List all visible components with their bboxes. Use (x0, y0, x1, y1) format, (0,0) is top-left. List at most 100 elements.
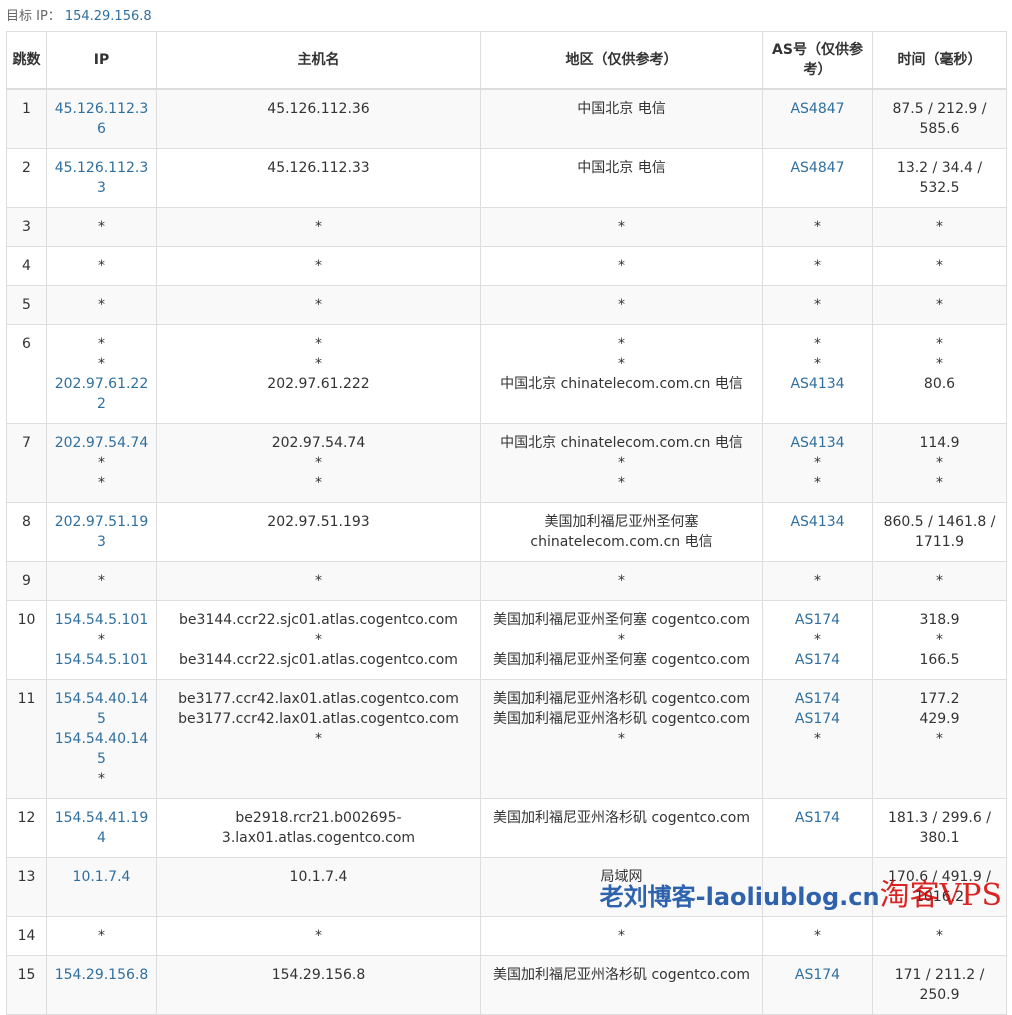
as-link[interactable]: AS4134 (767, 433, 868, 453)
ip-cell: * (46, 246, 157, 286)
ip-cell: * * 202.97.61.222 (46, 324, 157, 424)
as-link[interactable]: AS174 (767, 610, 868, 630)
as-value: * (814, 731, 821, 747)
as-cell: * (762, 916, 873, 956)
as-cell: * (762, 561, 873, 601)
target-ip-line: 目标 IP： 154.29.156.8 (6, 5, 152, 24)
ip-cell: 154.29.156.8 (46, 955, 157, 1015)
ip-link[interactable]: 154.54.40.145 (51, 689, 152, 729)
time-cell: 860.5 / 1461.8 / 1711.9 (872, 502, 1007, 562)
as-link[interactable]: AS4134 (767, 512, 868, 532)
time-value: * (936, 928, 943, 944)
time-cell: 177.2 429.9 * (872, 679, 1007, 799)
hostname-cell: * (156, 207, 481, 247)
ip-cell: * (46, 285, 157, 325)
as-cell: AS4847 (762, 148, 873, 208)
ip-link[interactable]: 154.29.156.8 (51, 965, 152, 985)
ip-link[interactable]: 154.54.5.101 (51, 650, 152, 670)
host-value: 202.97.54.74 (271, 435, 366, 451)
ip-link[interactable]: 202.97.51.193 (51, 512, 152, 552)
time-value: 177.2 (919, 691, 960, 707)
host-value: be3144.ccr22.sjc01.atlas.cogentco.com (179, 652, 458, 668)
as-cell: * (762, 246, 873, 286)
as-value: * (814, 219, 821, 235)
ip-link[interactable]: 45.126.112.36 (51, 99, 152, 139)
time-value: 860.5 / 1461.8 / 1711.9 (883, 514, 996, 550)
host-value: 45.126.112.36 (267, 101, 370, 117)
hop-cell: 9 (6, 561, 47, 601)
time-value: * (936, 573, 943, 589)
ip-link[interactable]: 154.54.41.194 (51, 808, 152, 848)
table-row: 15 154.29.156.8 154.29.156.8 美国加利福尼亚州洛杉矶 co… (6, 955, 1007, 1015)
hop-cell: 13 (6, 857, 47, 917)
region-value: * (618, 336, 625, 352)
as-link[interactable]: AS174 (767, 650, 868, 670)
ip-cell: 45.126.112.36 (46, 88, 157, 149)
time-value: 318.9 (919, 612, 960, 628)
header-hop: 跳数 (6, 31, 47, 90)
region-value: * (618, 573, 625, 589)
ip-link[interactable]: 154.54.40.145 (51, 729, 152, 769)
host-value: * (315, 455, 322, 471)
ip-link[interactable]: 202.97.61.222 (51, 374, 152, 414)
as-link[interactable]: AS174 (767, 965, 868, 985)
time-value: 13.2 / 34.4 / 532.5 (896, 160, 983, 196)
hop-cell: 8 (6, 502, 47, 562)
region-value: * (618, 219, 625, 235)
host-value: * (315, 731, 322, 747)
table-row: 12 154.54.41.194 be2918.rcr21.b002695-3.la… (6, 798, 1007, 858)
ip-link[interactable]: 10.1.7.4 (51, 867, 152, 887)
time-cell: * (872, 285, 1007, 325)
time-value: * (936, 219, 943, 235)
as-link[interactable]: AS4134 (767, 374, 868, 394)
ip-value: * (98, 219, 105, 235)
as-cell: AS174 * AS174 (762, 600, 873, 680)
region-value: 美国加利福尼亚州洛杉矶 cogentco.com (493, 967, 750, 983)
ip-link[interactable]: 154.54.5.101 (51, 610, 152, 630)
as-value: * (814, 455, 821, 471)
time-value: * (936, 356, 943, 372)
ip-link[interactable]: 202.97.54.74 (51, 433, 152, 453)
time-cell: * (872, 916, 1007, 956)
as-link[interactable]: AS174 (767, 808, 868, 828)
table-row: 11 154.54.40.145 154.54.40.145 * be3177.ccr4… (6, 679, 1007, 799)
ip-value: * (98, 356, 105, 372)
as-link[interactable]: AS4847 (767, 99, 868, 119)
host-value: be3144.ccr22.sjc01.atlas.cogentco.com (179, 612, 458, 628)
hop-cell: 6 (6, 324, 47, 424)
host-value: * (315, 336, 322, 352)
time-value: 114.9 (919, 435, 960, 451)
region-cell: 中国北京 电信 (480, 88, 763, 149)
time-cell: * * 80.6 (872, 324, 1007, 424)
hop-cell: 10 (6, 600, 47, 680)
ip-value: * (98, 928, 105, 944)
region-value: 中国北京 电信 (577, 160, 666, 176)
ip-value: * (98, 258, 105, 274)
ip-cell: 154.54.40.145 154.54.40.145 * (46, 679, 157, 799)
table-row: 5 * * * * * (6, 285, 1007, 325)
as-value: * (814, 928, 821, 944)
as-link[interactable]: AS4847 (767, 158, 868, 178)
region-cell: 中国北京 电信 (480, 148, 763, 208)
ip-value: * (98, 297, 105, 313)
as-link[interactable]: AS174 (767, 689, 868, 709)
region-value: * (618, 455, 625, 471)
host-value: be3177.ccr42.lax01.atlas.cogentco.com (178, 711, 459, 727)
region-value: 中国北京 chinatelecom.com.cn 电信 (500, 376, 743, 392)
table-row: 7 202.97.54.74 * * 202.97.54.74 * * 中国北京 chinat… (6, 423, 1007, 503)
region-cell: * * 中国北京 chinatelecom.com.cn 电信 (480, 324, 763, 424)
ip-value: * (98, 475, 105, 491)
host-value: * (315, 356, 322, 372)
ip-cell: 10.1.7.4 (46, 857, 157, 917)
host-value: be3177.ccr42.lax01.atlas.cogentco.com (178, 691, 459, 707)
ip-cell: 202.97.51.193 (46, 502, 157, 562)
region-value: * (618, 258, 625, 274)
hostname-cell: * (156, 561, 481, 601)
as-cell: * (762, 207, 873, 247)
ip-link[interactable]: 45.126.112.33 (51, 158, 152, 198)
as-link[interactable]: AS174 (767, 709, 868, 729)
region-value: 美国加利福尼亚州圣何塞 cogentco.com (493, 652, 750, 668)
table-row: 1 45.126.112.36 45.126.112.36 中国北京 电信 AS4847… (6, 88, 1007, 149)
region-cell: * (480, 285, 763, 325)
as-value: * (814, 573, 821, 589)
